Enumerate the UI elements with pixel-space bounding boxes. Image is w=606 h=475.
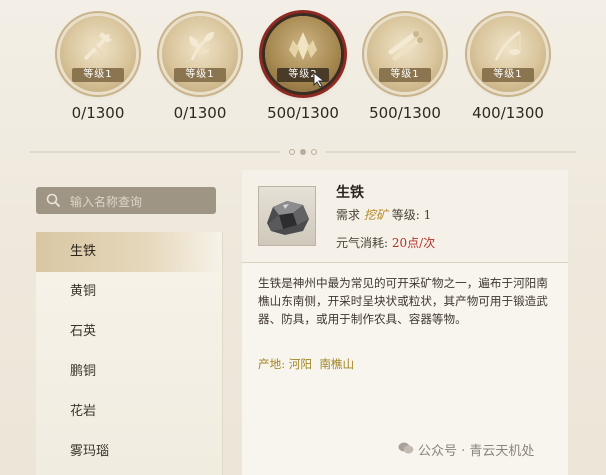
search-box[interactable] [36,187,216,216]
list-item[interactable]: 雾玛瑙 [36,432,222,472]
skill-mining[interactable]: 等级2 500/1300 [253,16,353,122]
search-icon [46,193,61,208]
lumber-icon [388,31,423,61]
skill-badge[interactable]: 等级1 [60,16,136,92]
axe-wood-icon [84,32,112,60]
ore-title: 生铁 [336,185,364,201]
requirement-prefix: 需求 [336,208,361,222]
energy-cost-label: 元气消耗: [336,236,389,250]
list-item[interactable]: 石英 [36,312,222,352]
fishing-rod-icon [494,30,521,61]
requirement-level-label: 等级: [391,208,420,222]
origin-value: 河阳 南樵山 [288,357,355,371]
requirement-line: 需求 挖矿 等级: 1 [336,206,431,223]
skill-badge[interactable]: 等级1 [162,16,238,92]
ore-icon-frame [258,186,316,246]
skill-badge[interactable]: 等级1 [367,16,443,92]
skill-badge-selected[interactable]: 等级2 [265,16,341,92]
skill-level-label: 等级1 [379,68,431,82]
ore-detail-panel: 生铁 需求 挖矿 等级: 1 元气消耗: 20点/次 生铁是神州中最为常见的可开… [242,170,568,475]
list-item[interactable]: 黄铜 [36,272,222,312]
pointer-cursor-icon [313,72,326,88]
origin-line: 产地: 河阳 南樵山 [258,356,354,372]
skill-category-row: 等级1 0/1300 等级1 0/1300 等级2 500/1300 等级1 5… [0,16,606,126]
skill-progress: 500/1300 [267,104,339,122]
skill-herbalism[interactable]: 等级1 0/1300 [150,16,250,122]
iron-ore-icon [267,201,309,235]
list-item[interactable]: 花岩 [36,392,222,432]
skill-level-label: 等级1 [174,68,226,82]
ornamental-divider [30,149,576,155]
skill-logging[interactable]: 等级1 500/1300 [355,16,455,122]
skill-level-label: 等级1 [72,68,124,82]
ore-description: 生铁是神州中最为常见的可开采矿物之一，遍布于河阳南樵山东南侧，开采时呈块状或粒状… [258,276,548,326]
list-item-selected[interactable]: 生铁 [36,232,222,272]
energy-cost-line: 元气消耗: 20点/次 [336,234,435,251]
wechat-icon [398,442,414,454]
skill-badge[interactable]: 等级1 [470,16,546,92]
skill-progress: 400/1300 [472,104,544,122]
skill-level-label: 等级1 [482,68,534,82]
requirement-level-value: 1 [423,208,432,222]
skill-progress: 0/1300 [71,104,125,122]
herb-leaf-icon [189,32,214,61]
search-input[interactable] [68,187,212,216]
skill-fishing[interactable]: 等级1 400/1300 [458,16,558,122]
origin-label: 产地: [258,357,286,371]
ore-list: 生铁 黄铜 石英 鹏铜 花岩 雾玛瑙 [36,232,223,475]
list-item[interactable]: 鹏铜 [36,352,222,392]
ore-detail-header: 生铁 需求 挖矿 等级: 1 元气消耗: 20点/次 [242,170,568,263]
energy-cost-value: 20点/次 [391,236,436,250]
requirement-skill: 挖矿 [363,208,388,222]
ore-pick-icon [289,32,317,60]
skill-progress: 0/1300 [173,104,227,122]
skill-woodcutting[interactable]: 等级1 0/1300 [48,16,148,122]
skill-progress: 500/1300 [369,104,441,122]
watermark-text: 公众号 · 青云天机处 [418,444,535,459]
